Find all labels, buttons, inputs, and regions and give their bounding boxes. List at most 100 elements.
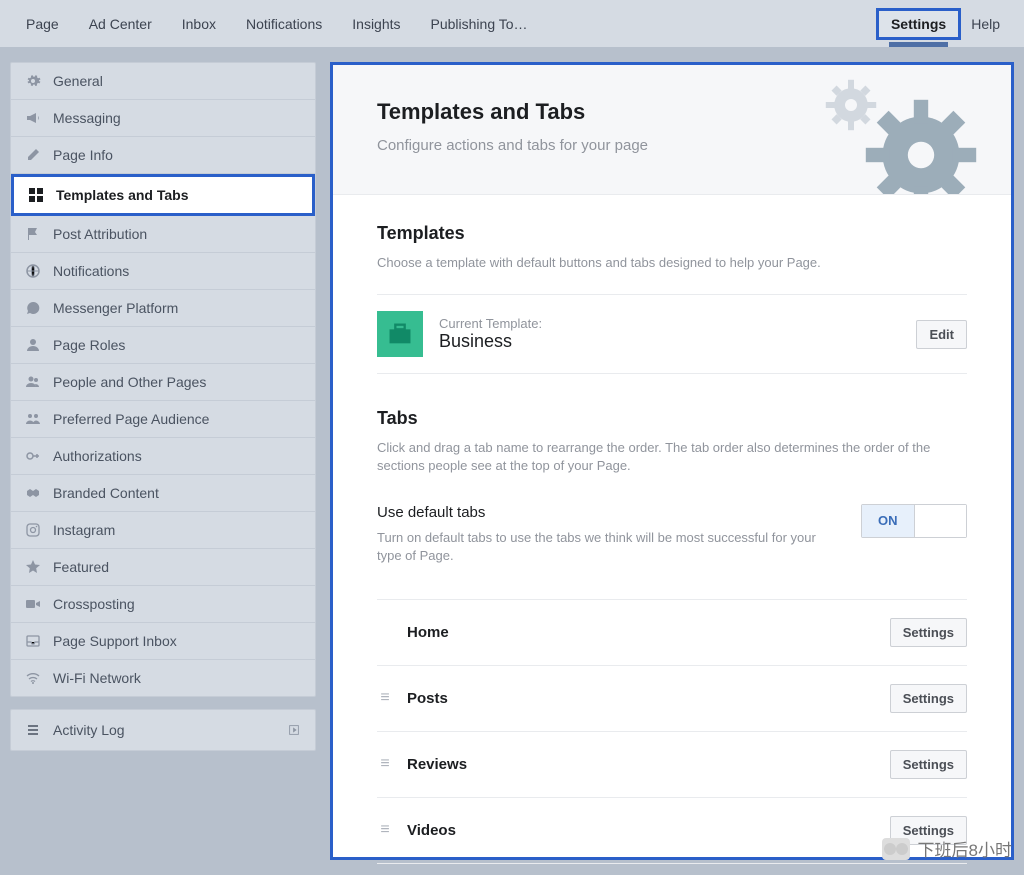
current-template-label: Current Template: xyxy=(439,316,900,331)
sidebar-item-label: General xyxy=(53,73,103,89)
sidebar-item-notifications[interactable]: Notifications xyxy=(11,253,315,290)
nav-publishing-tools[interactable]: Publishing To… xyxy=(419,10,540,38)
templates-heading: Templates xyxy=(377,223,967,244)
activity-log-label: Activity Log xyxy=(53,722,125,738)
watermark: 下班后8小时 xyxy=(882,836,1012,861)
toggle-off xyxy=(915,505,967,537)
gear-icon xyxy=(25,73,41,89)
drag-handle-icon[interactable]: ≡ xyxy=(377,755,393,773)
sidebar-item-templates-tabs[interactable]: Templates and Tabs xyxy=(11,174,315,216)
default-tabs-title: Use default tabs xyxy=(377,504,837,521)
sidebar-item-label: Templates and Tabs xyxy=(56,187,189,203)
drag-handle-icon[interactable]: ≡ xyxy=(377,689,393,707)
globe-icon xyxy=(25,263,41,279)
arrow-right-icon xyxy=(287,723,301,737)
tab-settings-button[interactable]: Settings xyxy=(890,618,967,647)
sidebar-list: General Messaging Page Info Templates an… xyxy=(10,62,316,697)
templates-section: Templates Choose a template with default… xyxy=(333,195,1011,374)
tabs-heading: Tabs xyxy=(377,408,967,429)
sidebar-item-messenger-platform[interactable]: Messenger Platform xyxy=(11,290,315,327)
inbox-icon xyxy=(25,633,41,649)
sidebar-item-label: Wi-Fi Network xyxy=(53,670,141,686)
current-template-row: Current Template: Business Edit xyxy=(377,294,967,374)
toggle-on-label: ON xyxy=(862,505,915,537)
sidebar-item-label: Featured xyxy=(53,559,109,575)
sidebar-item-people-pages[interactable]: People and Other Pages xyxy=(11,364,315,401)
list-icon xyxy=(25,722,41,738)
sidebar-item-authorizations[interactable]: Authorizations xyxy=(11,438,315,475)
instagram-icon xyxy=(25,522,41,538)
briefcase-icon xyxy=(377,311,423,357)
star-icon xyxy=(25,559,41,575)
sidebar-item-featured[interactable]: Featured xyxy=(11,549,315,586)
tab-row-reviews[interactable]: ≡ Reviews Settings xyxy=(377,732,967,798)
nav-settings[interactable]: Settings xyxy=(876,8,961,40)
nav-notifications[interactable]: Notifications xyxy=(234,10,334,38)
key-icon xyxy=(25,448,41,464)
settings-sidebar: General Messaging Page Info Templates an… xyxy=(10,62,316,860)
tab-row-posts[interactable]: ≡ Posts Settings xyxy=(377,666,967,732)
top-nav-left: Page Ad Center Inbox Notifications Insig… xyxy=(14,10,540,38)
hero: Templates and Tabs Configure actions and… xyxy=(333,65,1011,195)
tab-name: Posts xyxy=(407,690,876,707)
person-icon xyxy=(25,337,41,353)
sidebar-item-messaging[interactable]: Messaging xyxy=(11,100,315,137)
sidebar-item-label: Notifications xyxy=(53,263,129,279)
content-panel: Templates and Tabs Configure actions and… xyxy=(330,62,1014,860)
nav-insights[interactable]: Insights xyxy=(340,10,412,38)
wechat-icon xyxy=(882,838,910,860)
target-people-icon xyxy=(25,411,41,427)
grid-icon xyxy=(28,187,44,203)
tab-name: Reviews xyxy=(407,756,876,773)
tab-name: Videos xyxy=(407,822,876,839)
tab-row-videos[interactable]: ≡ Videos Settings xyxy=(377,798,967,864)
sidebar-item-page-info[interactable]: Page Info xyxy=(11,137,315,174)
nav-page[interactable]: Page xyxy=(14,10,71,38)
flag-icon xyxy=(25,226,41,242)
video-icon xyxy=(25,596,41,612)
sidebar-item-label: Crossposting xyxy=(53,596,135,612)
gear-decoration-big-icon xyxy=(861,95,981,195)
sidebar-item-support-inbox[interactable]: Page Support Inbox xyxy=(11,623,315,660)
tab-name: Home xyxy=(407,624,876,641)
sidebar-item-label: Messenger Platform xyxy=(53,300,178,316)
sidebar-item-post-attribution[interactable]: Post Attribution xyxy=(11,216,315,253)
sidebar-item-crossposting[interactable]: Crossposting xyxy=(11,586,315,623)
top-nav: Page Ad Center Inbox Notifications Insig… xyxy=(0,0,1024,48)
handshake-icon xyxy=(25,485,41,501)
tab-row-home: ≡ Home Settings xyxy=(377,600,967,666)
tabs-section: Tabs Click and drag a tab name to rearra… xyxy=(333,374,1011,864)
sidebar-item-branded-content[interactable]: Branded Content xyxy=(11,475,315,512)
activity-log-link[interactable]: Activity Log xyxy=(10,709,316,751)
tab-settings-button[interactable]: Settings xyxy=(890,750,967,779)
current-template-name: Business xyxy=(439,331,900,352)
sidebar-item-instagram[interactable]: Instagram xyxy=(11,512,315,549)
tab-settings-button[interactable]: Settings xyxy=(890,684,967,713)
sidebar-item-label: Page Support Inbox xyxy=(53,633,177,649)
sidebar-item-label: Post Attribution xyxy=(53,226,147,242)
sidebar-item-page-roles[interactable]: Page Roles xyxy=(11,327,315,364)
sidebar-item-label: Branded Content xyxy=(53,485,159,501)
sidebar-item-label: Page Info xyxy=(53,147,113,163)
nav-help[interactable]: Help xyxy=(961,10,1010,38)
people-icon xyxy=(25,374,41,390)
sidebar-item-wifi[interactable]: Wi-Fi Network xyxy=(11,660,315,696)
pencil-icon xyxy=(25,147,41,163)
sidebar-item-label: Instagram xyxy=(53,522,115,538)
sidebar-item-general[interactable]: General xyxy=(11,63,315,100)
nav-inbox[interactable]: Inbox xyxy=(170,10,228,38)
drag-handle-icon[interactable]: ≡ xyxy=(377,821,393,839)
edit-template-button[interactable]: Edit xyxy=(916,320,967,349)
nav-ad-center[interactable]: Ad Center xyxy=(77,10,164,38)
watermark-text: 下班后8小时 xyxy=(918,836,1012,861)
sidebar-item-label: Preferred Page Audience xyxy=(53,411,209,427)
sidebar-item-label: Authorizations xyxy=(53,448,142,464)
sidebar-item-label: People and Other Pages xyxy=(53,374,206,390)
sidebar-item-preferred-audience[interactable]: Preferred Page Audience xyxy=(11,401,315,438)
sidebar-item-label: Messaging xyxy=(53,110,121,126)
templates-desc: Choose a template with default buttons a… xyxy=(377,254,967,272)
tabs-desc: Click and drag a tab name to rearrange t… xyxy=(377,439,967,475)
default-tabs-row: Use default tabs Turn on default tabs to… xyxy=(377,504,967,600)
default-tabs-toggle[interactable]: ON xyxy=(861,504,967,538)
wifi-icon xyxy=(25,670,41,686)
